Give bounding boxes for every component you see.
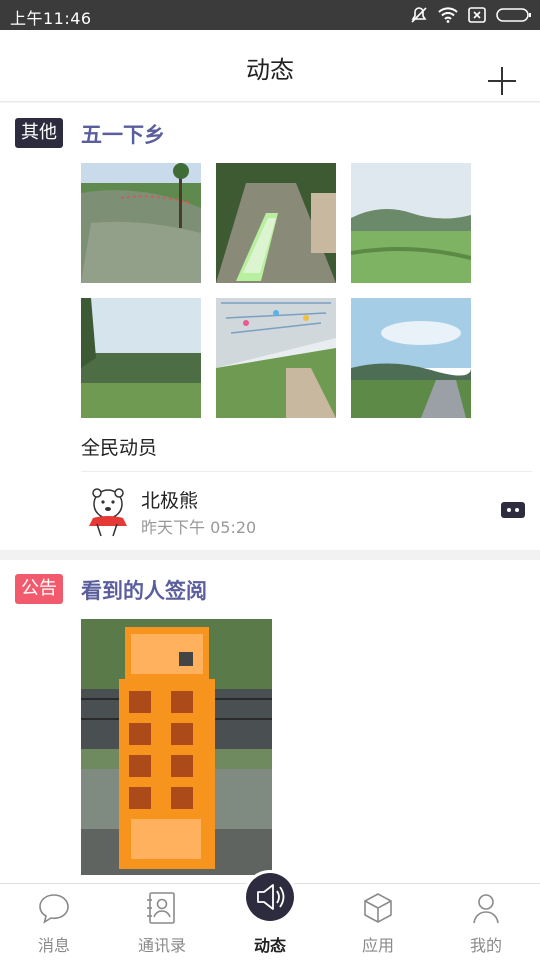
tab-contacts[interactable]: 通讯录: [108, 884, 216, 960]
canal-photo-image: [216, 163, 336, 283]
mute-icon: [410, 6, 428, 24]
contacts-icon: [145, 891, 179, 925]
pavilion-photo-image: [216, 298, 336, 418]
category-tag: 其他: [15, 118, 63, 148]
comment-button[interactable]: [500, 501, 526, 519]
post-time: 昨天下午 05:20: [141, 518, 257, 537]
orchard-photo-image: [81, 298, 201, 418]
tab-messages[interactable]: 消息: [0, 884, 108, 960]
cube-icon: [361, 891, 395, 925]
polar-bear-icon: [81, 484, 135, 538]
status-time: 上午11:46: [10, 9, 92, 28]
message-icon: [37, 891, 71, 925]
photo-thumbnail[interactable]: [216, 163, 336, 283]
photo-thumbnail[interactable]: [351, 298, 471, 418]
plus-icon: [488, 67, 516, 95]
wifi-icon: [438, 7, 458, 23]
category-tag: 公告: [15, 574, 63, 604]
post-caption: 全民动员: [81, 437, 158, 459]
field-photo-image: [351, 163, 471, 283]
post-title[interactable]: 看到的人签阅: [81, 575, 207, 605]
photo-thumbnail[interactable]: [81, 163, 201, 283]
photo-thumbnail[interactable]: [81, 619, 272, 875]
page-title: 动态: [246, 56, 294, 84]
sim-icon: [468, 7, 486, 23]
post-title[interactable]: 五一下乡: [81, 119, 165, 149]
tab-label: 消息: [37, 936, 70, 955]
river-photo-image: [81, 163, 201, 283]
battery-icon: [496, 7, 532, 23]
avatar[interactable]: [81, 484, 135, 538]
tab-label: 应用: [361, 936, 394, 955]
status-icons: [410, 6, 532, 24]
tab-me[interactable]: 我的: [432, 884, 540, 960]
moments-center-button[interactable]: [246, 873, 294, 921]
tab-label: 我的: [469, 936, 502, 955]
more-icon: [501, 502, 525, 518]
locker-photo-image: [81, 619, 272, 875]
add-post-button[interactable]: [486, 65, 518, 97]
road-photo-image: [351, 298, 471, 418]
photo-thumbnail[interactable]: [351, 163, 471, 283]
author-name[interactable]: 北极熊: [141, 486, 198, 513]
app-header: 动态: [0, 30, 540, 102]
post-card[interactable]: 公告 看到的人签阅: [0, 560, 540, 883]
photo-thumbnail[interactable]: [81, 298, 201, 418]
tab-apps[interactable]: 应用: [324, 884, 432, 960]
photo-thumbnail[interactable]: [216, 298, 336, 418]
tab-label: 通讯录: [137, 936, 186, 955]
tab-label: 动态: [253, 936, 286, 955]
speaker-icon: [257, 884, 285, 910]
feed-list[interactable]: 其他 五一下乡 全民动员 北极熊 昨天下午 05:20 公告 看到的人签阅: [0, 103, 540, 883]
divider: [81, 471, 532, 472]
status-bar: 上午11:46: [0, 0, 540, 30]
post-card[interactable]: 其他 五一下乡 全民动员 北极熊 昨天下午 05:20: [0, 103, 540, 550]
person-icon: [469, 891, 503, 925]
